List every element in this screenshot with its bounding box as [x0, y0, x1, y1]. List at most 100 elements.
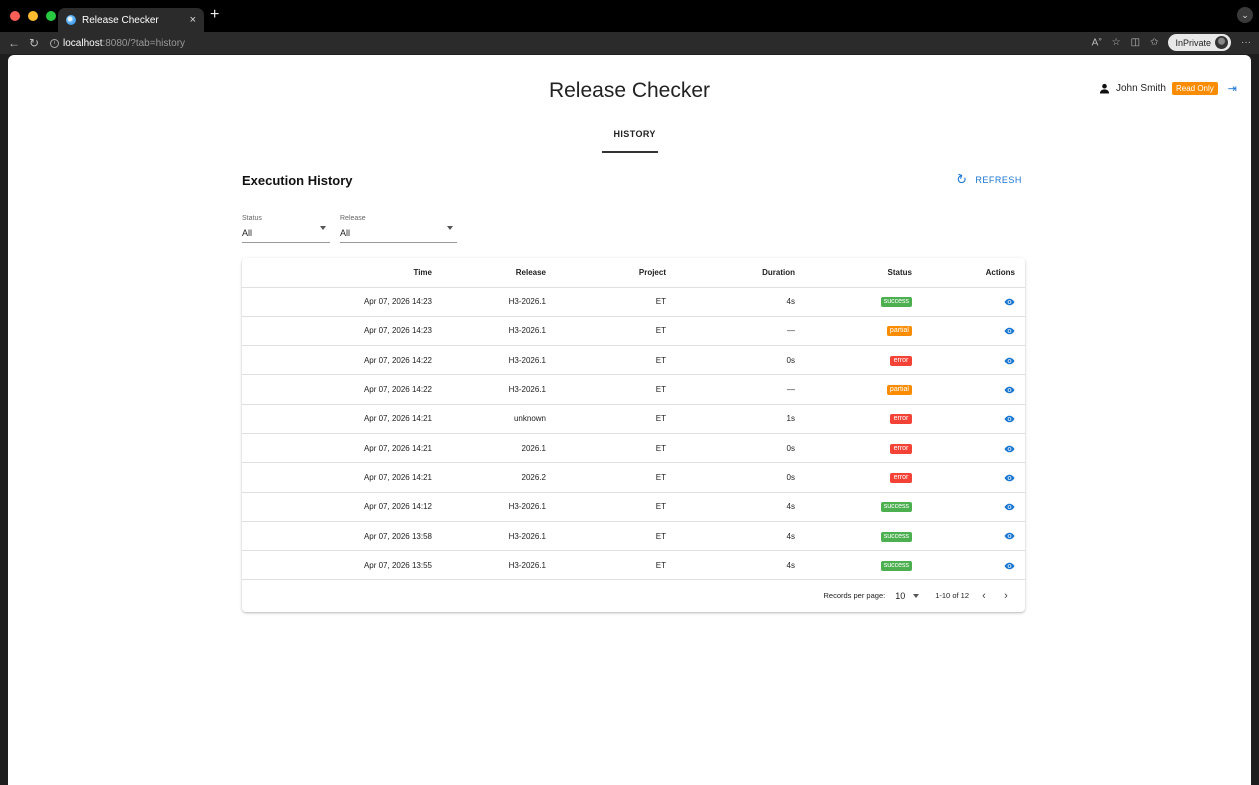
reload-icon[interactable]: ↻ — [26, 36, 42, 50]
column-header-release[interactable]: Release — [432, 258, 546, 288]
browser-toolbar: A» ☆ ◫ ✩ InPrivate ··· — [1092, 34, 1251, 51]
records-per-page-select[interactable]: 10 — [895, 590, 920, 601]
cell-release: 2026.2 — [432, 462, 546, 493]
view-eye-icon[interactable] — [1004, 386, 1015, 394]
browser-tab[interactable]: Release Checker × — [58, 8, 204, 32]
view-eye-icon[interactable] — [1004, 298, 1015, 306]
column-header-status[interactable]: Status — [795, 258, 915, 288]
cell-project: ET — [546, 550, 666, 581]
favorites-icon[interactable]: ✩ — [1150, 37, 1158, 48]
table-row: Apr 07, 2026 14:23 H3-2026.1 ET — partial — [242, 316, 1025, 347]
cell-duration: 4s — [666, 492, 795, 522]
records-per-page-value: 10 — [895, 590, 906, 601]
person-icon — [1099, 83, 1110, 94]
table-header-row: Time Release Project Duration Status Act… — [242, 258, 1025, 288]
address-bar: ← ↻ i localhost:8080/?tab=history A» ☆ ◫… — [0, 32, 1259, 54]
cell-status: success — [795, 287, 915, 317]
view-eye-icon[interactable] — [1004, 474, 1015, 482]
minimize-window-button[interactable] — [28, 11, 38, 21]
cell-duration: 0s — [666, 433, 795, 464]
refresh-button[interactable]: ↻ REFRESH — [953, 170, 1022, 189]
view-eye-icon[interactable] — [1004, 327, 1015, 335]
cell-release: H3-2026.1 — [432, 521, 546, 552]
page-viewport: Release Checker John Smith Read Only ⇥ H… — [8, 55, 1251, 785]
close-tab-icon[interactable]: × — [190, 14, 196, 26]
release-filter-value: All — [340, 228, 351, 238]
status-filter-label: Status — [242, 215, 262, 222]
page-range: 1-10 of 12 — [935, 591, 969, 601]
cell-release: H3-2026.1 — [432, 492, 546, 522]
chevron-down-icon — [320, 226, 326, 230]
cell-time: Apr 07, 2026 14:23 — [242, 316, 432, 347]
cell-status: error — [795, 433, 915, 464]
table-row: Apr 07, 2026 14:23 H3-2026.1 ET 4s success — [242, 287, 1025, 317]
cell-release: H3-2026.1 — [432, 316, 546, 347]
status-filter-select[interactable]: Status All — [242, 215, 330, 243]
window-controls — [10, 11, 56, 21]
info-icon[interactable]: i — [50, 38, 59, 48]
favicon-icon — [66, 15, 76, 25]
history-table-card: Time Release Project Duration Status Act… — [242, 258, 1025, 612]
table-row: Apr 07, 2026 14:21 2026.1 ET 0s error — [242, 433, 1025, 464]
close-window-button[interactable] — [10, 11, 20, 21]
cell-duration: 1s — [666, 404, 795, 434]
cell-status: error — [795, 345, 915, 376]
split-screen-icon[interactable]: ◫ — [1131, 37, 1140, 48]
cell-time: Apr 07, 2026 14:12 — [242, 492, 432, 522]
cell-release: unknown — [432, 404, 546, 434]
cell-project: ET — [546, 345, 666, 376]
status-badge: error — [890, 414, 912, 425]
view-eye-icon[interactable] — [1004, 503, 1015, 511]
next-page-icon[interactable]: › — [999, 590, 1013, 602]
cell-duration: — — [666, 374, 795, 405]
cell-duration: 0s — [666, 462, 795, 493]
previous-page-icon[interactable]: ‹ — [977, 590, 991, 602]
cell-actions — [915, 287, 1025, 317]
cell-duration: 0s — [666, 345, 795, 376]
view-eye-icon[interactable] — [1004, 562, 1015, 570]
table-row: Apr 07, 2026 14:22 H3-2026.1 ET 0s error — [242, 345, 1025, 376]
view-eye-icon[interactable] — [1004, 357, 1015, 365]
table-row: Apr 07, 2026 14:21 2026.2 ET 0s error — [242, 462, 1025, 493]
back-icon[interactable]: ← — [6, 36, 22, 50]
maximize-window-button[interactable] — [46, 11, 56, 21]
cell-release: H3-2026.1 — [432, 374, 546, 405]
column-header-duration[interactable]: Duration — [666, 258, 795, 288]
cell-actions — [915, 550, 1025, 581]
cell-status: partial — [795, 374, 915, 405]
cell-status: success — [795, 521, 915, 552]
read-aloud-icon[interactable]: A» — [1092, 37, 1102, 48]
view-eye-icon[interactable] — [1004, 445, 1015, 453]
status-badge: success — [880, 502, 912, 513]
cell-time: Apr 07, 2026 13:58 — [242, 521, 432, 552]
cell-release: H3-2026.1 — [432, 550, 546, 581]
nav-tabs: HISTORY — [8, 129, 1251, 153]
status-badge: success — [880, 560, 912, 571]
cell-actions — [915, 492, 1025, 522]
tab-actions-chevron-icon[interactable]: ⌄ — [1237, 7, 1253, 23]
new-tab-button[interactable]: + — [210, 6, 219, 24]
more-icon[interactable]: ··· — [1241, 37, 1251, 48]
cell-release: H3-2026.1 — [432, 345, 546, 376]
cell-project: ET — [546, 521, 666, 552]
url-field[interactable]: i localhost:8080/?tab=history — [50, 38, 185, 49]
inprivate-button[interactable]: InPrivate — [1168, 34, 1231, 51]
cell-status: partial — [795, 316, 915, 347]
column-header-project[interactable]: Project — [546, 258, 666, 288]
view-eye-icon[interactable] — [1004, 532, 1015, 540]
column-header-actions: Actions — [915, 258, 1025, 288]
favorite-icon[interactable]: ☆ — [1112, 37, 1121, 48]
column-header-time[interactable]: Time — [242, 258, 432, 288]
cell-project: ET — [546, 492, 666, 522]
cell-duration: 4s — [666, 550, 795, 581]
cell-duration: 4s — [666, 521, 795, 552]
cell-actions — [915, 316, 1025, 347]
refresh-icon: ↻ — [953, 170, 970, 189]
release-filter-select[interactable]: Release All — [340, 215, 457, 243]
logout-icon[interactable]: ⇥ — [1228, 82, 1237, 95]
status-badge: error — [890, 443, 912, 454]
tab-history[interactable]: HISTORY — [601, 129, 658, 153]
view-eye-icon[interactable] — [1004, 415, 1015, 423]
url-text: localhost:8080/?tab=history — [63, 37, 186, 49]
cell-time: Apr 07, 2026 14:21 — [242, 404, 432, 434]
